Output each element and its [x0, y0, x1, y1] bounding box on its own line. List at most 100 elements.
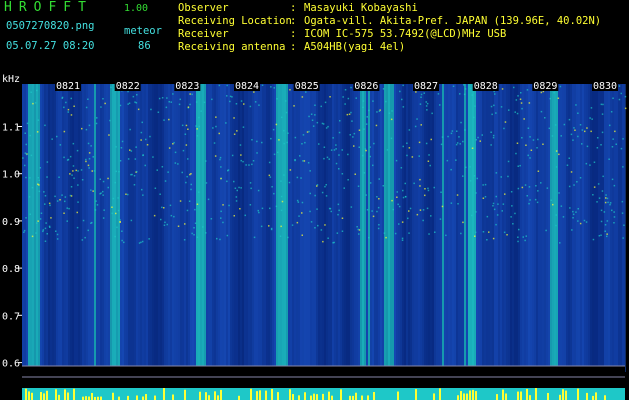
spectrum-column — [298, 84, 300, 372]
spectrum-speckle — [56, 200, 59, 202]
spectrum-speckle — [569, 207, 571, 209]
spectrum-speckle — [366, 116, 368, 118]
spectrum-speckle — [288, 181, 291, 184]
spectrum-speckle — [408, 129, 411, 131]
spectrum-speckle — [42, 229, 45, 231]
spectrum-column — [368, 84, 370, 372]
spectrum-column — [140, 84, 142, 372]
y-axis: 1.1 1.0 0.9 0.8 0.7 0.6 — [2, 123, 22, 370]
spectrum-speckle — [191, 232, 193, 235]
level-spike — [199, 391, 201, 400]
spectrum-column — [86, 84, 88, 372]
spectrum-speckle — [495, 172, 498, 174]
level-spike — [310, 395, 312, 400]
spectrum-speckle — [420, 96, 422, 98]
spectrum-speckle — [68, 207, 70, 210]
spectrum-speckle — [363, 128, 365, 130]
spectrum-speckle — [475, 139, 477, 141]
spectrum-speckle — [591, 118, 593, 120]
spectrum-speckle — [528, 102, 531, 104]
spectrum-speckle — [613, 222, 615, 224]
spectrum-speckle — [111, 212, 113, 215]
spectrum-column — [530, 84, 532, 372]
spectrum-speckle — [574, 129, 576, 131]
spectrum-speckle — [185, 181, 187, 184]
level-spike — [46, 390, 48, 400]
spectrum-speckle — [425, 142, 428, 145]
spectrum-speckle — [168, 101, 170, 103]
spectrum-column — [220, 84, 222, 372]
spectrum-column — [450, 84, 452, 372]
spectrum-speckle — [396, 196, 398, 198]
x-tick-label: 0828 — [474, 81, 498, 92]
level-spike — [565, 390, 567, 400]
spectrum-speckle — [70, 195, 73, 197]
spectrum-speckle — [474, 231, 477, 234]
spectrum-speckle — [356, 226, 358, 228]
spectrum-speckle — [383, 232, 386, 234]
spectrum-column — [590, 84, 592, 372]
spectrum-speckle — [540, 110, 543, 113]
spectrum-column — [158, 84, 160, 372]
spectrum-speckle — [358, 129, 361, 131]
spectrum-speckle — [149, 135, 151, 138]
spectrum-speckle — [581, 129, 584, 131]
spectrum-speckle — [475, 192, 477, 194]
spectrum-speckle — [608, 158, 610, 160]
spectrum-speckle — [399, 90, 401, 93]
spectrum-column — [296, 84, 298, 372]
spectrum-column — [490, 84, 492, 372]
spectrum-speckle — [526, 195, 528, 197]
bottom-band — [22, 366, 625, 376]
level-spike — [298, 395, 300, 400]
spectrum-speckle — [46, 161, 49, 163]
spectrum-speckle — [363, 172, 366, 174]
spectrum-speckle — [309, 192, 311, 195]
spectrum-column — [112, 84, 114, 372]
spectrum-speckle — [325, 195, 328, 197]
spectrum-speckle — [233, 215, 235, 217]
spectrum-speckle — [441, 136, 444, 138]
spectrum-speckle — [492, 205, 494, 207]
spectrum-speckle — [316, 121, 319, 124]
spectrum-column — [400, 84, 402, 372]
spectrum-speckle — [80, 169, 83, 171]
spectrum-speckle — [268, 174, 271, 177]
spectrum-speckle — [193, 227, 195, 229]
spectrum-speckle — [190, 188, 192, 191]
spectrum-speckle — [516, 112, 519, 115]
spectrum-speckle — [571, 229, 573, 231]
spectrum-column — [518, 84, 520, 372]
spectrum-speckle — [107, 186, 109, 189]
spectrum-speckle — [44, 195, 47, 197]
level-spike — [256, 391, 258, 400]
spectrum-speckle — [229, 95, 232, 98]
spectrum-speckle — [42, 230, 44, 233]
spectrum-speckle — [508, 109, 510, 111]
spectrum-speckle — [84, 236, 86, 239]
spectrum-speckle — [108, 134, 110, 136]
spectrum-speckle — [291, 224, 294, 226]
spectrum-speckle — [90, 145, 92, 147]
spectrum-speckle — [283, 142, 285, 145]
spectrum-speckle — [107, 177, 109, 180]
spectrum-speckle — [308, 130, 310, 133]
spectrum-speckle — [64, 196, 67, 198]
spectrum-speckle — [51, 138, 53, 140]
spectrum-column — [294, 84, 296, 372]
spectrum-speckle — [275, 205, 278, 208]
spectrum-column — [576, 84, 578, 372]
spectrum-speckle — [212, 127, 214, 129]
spectrum-speckle — [529, 136, 531, 138]
spectrum-speckle — [328, 158, 330, 160]
spectrum-speckle — [590, 107, 593, 109]
spectrum-speckle — [170, 101, 172, 103]
spectrum-speckle — [121, 230, 123, 232]
level-spike — [349, 395, 351, 400]
spectrum-column — [502, 84, 504, 372]
spectrum-speckle — [402, 196, 405, 199]
spectrum-column — [578, 84, 580, 372]
spectrum-speckle — [486, 215, 489, 218]
spectrum-speckle — [196, 128, 198, 130]
spectrum-speckle — [514, 111, 516, 113]
